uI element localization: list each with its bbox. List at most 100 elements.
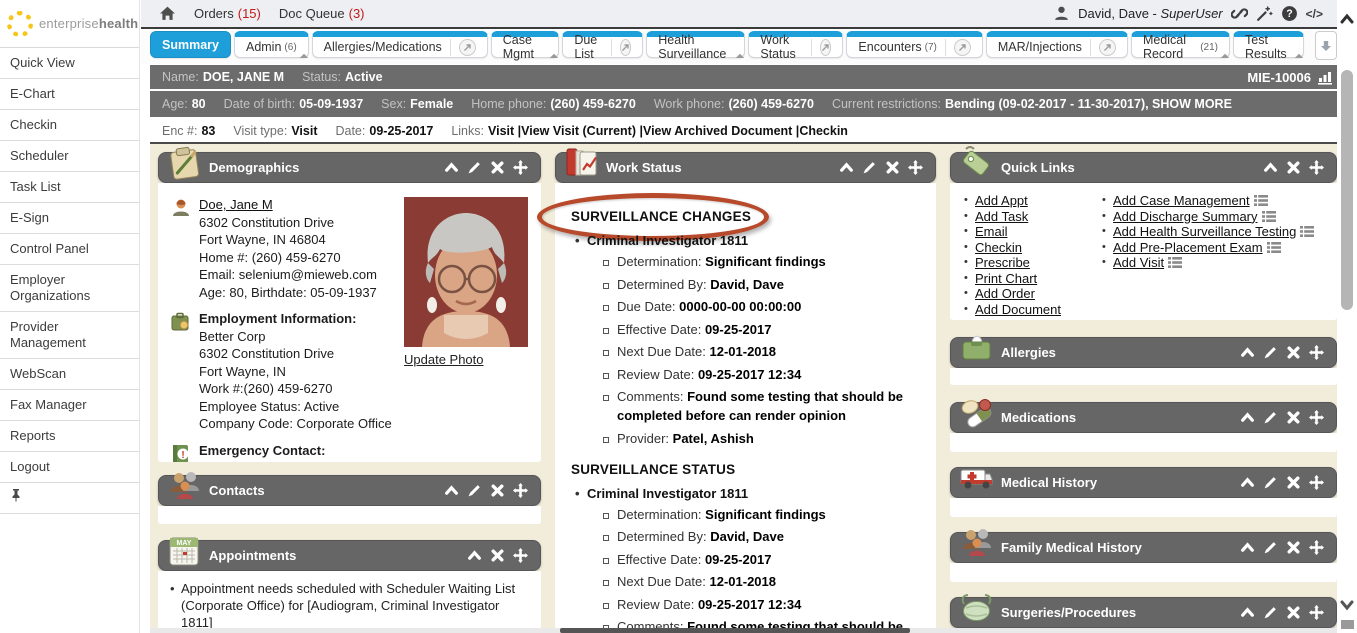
quick-link-item[interactable]: Checkin xyxy=(962,240,1092,256)
sidebar-item[interactable]: Employer Organizations xyxy=(0,265,139,312)
collapse-icon[interactable] xyxy=(839,160,854,175)
collapse-icon[interactable] xyxy=(1263,160,1278,175)
edit-icon[interactable] xyxy=(1263,605,1278,620)
quick-link-item[interactable]: Email xyxy=(962,224,1092,240)
collapse-icon[interactable] xyxy=(1240,345,1255,360)
close-icon[interactable] xyxy=(1286,605,1301,620)
sidebar-item[interactable]: Task List xyxy=(0,172,139,203)
quick-link-item[interactable]: Add Order xyxy=(962,286,1092,302)
update-photo-link[interactable]: Update Photo xyxy=(404,351,484,369)
collapse-icon[interactable] xyxy=(1240,605,1255,620)
sidebar-pin-row[interactable] xyxy=(0,483,139,514)
sidebar-item[interactable]: WebScan xyxy=(0,359,139,390)
quick-link-item[interactable]: Add Case Management xyxy=(1100,193,1328,209)
edit-icon[interactable] xyxy=(467,160,482,175)
collapse-icon[interactable] xyxy=(444,483,459,498)
edit-icon[interactable] xyxy=(862,160,877,175)
close-icon[interactable] xyxy=(1286,160,1301,175)
move-icon[interactable] xyxy=(1309,540,1324,555)
banner-link[interactable]: View Archived Document xyxy=(643,124,799,138)
popout-icon[interactable] xyxy=(459,39,476,56)
orders-link[interactable]: Orders(15) xyxy=(194,6,261,21)
sidebar-item[interactable]: Fax Manager xyxy=(0,390,139,421)
sidebar-item[interactable]: Scheduler xyxy=(0,141,139,172)
close-icon[interactable] xyxy=(1286,345,1301,360)
collapse-icon[interactable] xyxy=(1240,410,1255,425)
tab-mar-injections[interactable]: MAR/Injections xyxy=(986,31,1128,58)
quick-link-item[interactable]: Add Pre-Placement Exam xyxy=(1100,240,1328,256)
move-icon[interactable] xyxy=(513,483,528,498)
sidebar-item[interactable]: E-Sign xyxy=(0,203,139,234)
sidebar-item[interactable]: Quick View xyxy=(0,48,139,79)
collapse-icon[interactable] xyxy=(467,548,482,563)
move-icon[interactable] xyxy=(908,160,923,175)
home-icon[interactable] xyxy=(159,5,176,22)
collapse-icon[interactable] xyxy=(444,160,459,175)
popout-icon[interactable] xyxy=(1099,39,1116,56)
tab-work-status[interactable]: Work Status xyxy=(748,31,843,58)
wand-icon[interactable] xyxy=(1256,5,1273,22)
move-icon[interactable] xyxy=(1309,475,1324,490)
quick-link-item[interactable]: Add Discharge Summary xyxy=(1100,209,1328,225)
tab-due-list[interactable]: Due List xyxy=(562,31,643,58)
tab-allergies-medications[interactable]: Allergies/Medications xyxy=(312,31,488,58)
horizontal-scrollbar-thumb[interactable] xyxy=(560,628,910,633)
move-icon[interactable] xyxy=(1309,410,1324,425)
popout-icon[interactable] xyxy=(620,39,631,56)
popout-icon[interactable] xyxy=(820,39,831,56)
sidebar-item[interactable]: Reports xyxy=(0,421,139,452)
tab-admin[interactable]: Admin(6) xyxy=(234,31,309,58)
quick-link-item[interactable]: Prescribe xyxy=(962,255,1092,271)
move-icon[interactable] xyxy=(513,548,528,563)
chart-stats-icon[interactable] xyxy=(1317,70,1333,85)
edit-icon[interactable] xyxy=(1263,410,1278,425)
move-icon[interactable] xyxy=(513,160,528,175)
scroll-up-arrow[interactable] xyxy=(1340,12,1354,26)
tab-case-mgmt[interactable]: Case Mgmt xyxy=(491,31,560,58)
tab-test-results[interactable]: Test Results xyxy=(1233,31,1304,58)
move-icon[interactable] xyxy=(1309,160,1324,175)
close-icon[interactable] xyxy=(1286,410,1301,425)
banner-link[interactable]: Checkin xyxy=(799,124,848,138)
close-icon[interactable] xyxy=(490,160,505,175)
doc-queue-link[interactable]: Doc Queue(3) xyxy=(279,6,365,21)
quick-link-item[interactable]: Add Health Surveillance Testing xyxy=(1100,224,1328,240)
close-icon[interactable] xyxy=(490,483,505,498)
quick-link-item[interactable]: Add Appt xyxy=(962,193,1092,209)
quick-link-item[interactable]: Add Document xyxy=(962,302,1092,318)
edit-icon[interactable] xyxy=(1263,475,1278,490)
edit-icon[interactable] xyxy=(1263,345,1278,360)
close-icon[interactable] xyxy=(1286,475,1301,490)
move-icon[interactable] xyxy=(1309,345,1324,360)
tab-overflow-button[interactable] xyxy=(1315,31,1337,60)
scrollbar-thumb[interactable] xyxy=(1341,70,1353,310)
banner-link[interactable]: Visit xyxy=(488,124,521,138)
sidebar-item[interactable]: E-Chart xyxy=(0,79,139,110)
patient-name-link[interactable]: Doe, Jane M xyxy=(199,197,273,212)
collapse-icon[interactable] xyxy=(1240,540,1255,555)
close-icon[interactable] xyxy=(490,548,505,563)
sidebar-item[interactable]: Provider Management xyxy=(0,312,139,359)
user-name[interactable]: David, Dave - SuperUser xyxy=(1078,6,1223,21)
edit-icon[interactable] xyxy=(1263,540,1278,555)
sidebar-item[interactable]: Logout xyxy=(0,452,139,483)
collapse-icon[interactable] xyxy=(1240,475,1255,490)
scroll-down-arrow[interactable] xyxy=(1340,598,1354,612)
quick-link-item[interactable]: Print Chart xyxy=(962,271,1092,287)
tab-encounters[interactable]: Encounters(7) xyxy=(846,31,982,58)
close-icon[interactable] xyxy=(885,160,900,175)
tab-summary[interactable]: Summary xyxy=(150,31,231,58)
quick-link-item[interactable]: Add Task xyxy=(962,209,1092,225)
quick-link-item[interactable]: Add Visit xyxy=(1100,255,1328,271)
move-icon[interactable] xyxy=(1309,605,1324,620)
sidebar-item[interactable]: Checkin xyxy=(0,110,139,141)
popout-icon[interactable] xyxy=(954,39,971,56)
code-icon[interactable]: </> xyxy=(1306,7,1323,21)
link-icon[interactable] xyxy=(1231,5,1248,22)
help-icon[interactable]: ? xyxy=(1281,5,1298,22)
tab-medical-record[interactable]: Medical Record(21) xyxy=(1131,31,1230,58)
close-icon[interactable] xyxy=(1286,540,1301,555)
edit-icon[interactable] xyxy=(467,483,482,498)
banner-link[interactable]: View Visit (Current) xyxy=(521,124,643,138)
restrictions-value[interactable]: Bending (09-02-2017 - 11-30-2017), SHOW … xyxy=(945,97,1232,111)
